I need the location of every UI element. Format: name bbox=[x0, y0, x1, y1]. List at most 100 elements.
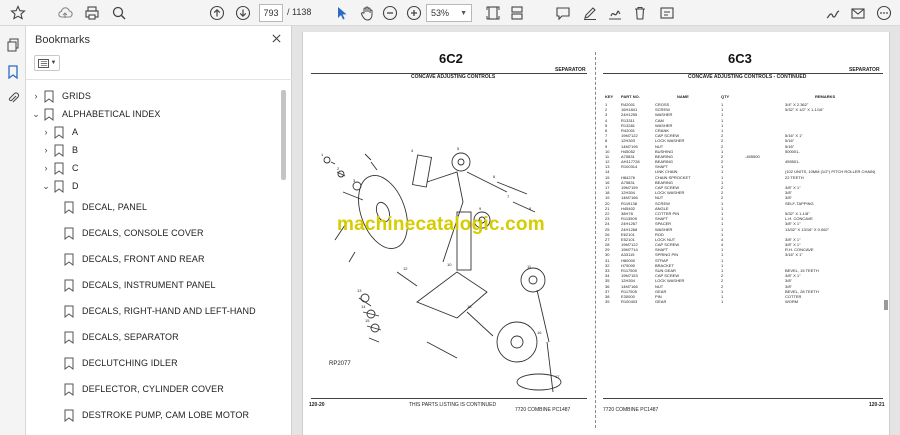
bookmark-item[interactable]: DECALS, INSTRUMENT PANEL bbox=[50, 276, 216, 294]
header-qty: QTY bbox=[721, 94, 730, 99]
table-cell: R100403 bbox=[621, 299, 638, 305]
svg-text:18: 18 bbox=[467, 304, 472, 309]
bookmark-item[interactable]: DEFLECTOR, CYLINDER COVER bbox=[50, 380, 224, 398]
bookmark-item[interactable]: DESTROKE PUMP, CAM LOBE MOTOR bbox=[50, 406, 249, 424]
hand-icon[interactable] bbox=[357, 3, 377, 23]
print-icon[interactable] bbox=[82, 3, 102, 23]
delete-icon[interactable] bbox=[630, 3, 650, 23]
page-fit-icon[interactable] bbox=[483, 3, 503, 23]
page-number-input[interactable]: 793 bbox=[259, 4, 283, 22]
chevron-down-icon[interactable]: ⌄ bbox=[30, 109, 42, 120]
pen-icon[interactable] bbox=[580, 3, 600, 23]
parts-diagram: 123 4 56 789 10 1112 131415 161718 bbox=[321, 146, 562, 393]
svg-text:14: 14 bbox=[361, 304, 366, 309]
sign-icon[interactable] bbox=[823, 3, 843, 23]
attachment-icon[interactable] bbox=[4, 89, 22, 107]
chevron-down-icon[interactable]: ⌄ bbox=[40, 181, 52, 192]
svg-text:13: 13 bbox=[357, 288, 362, 293]
zoom-select[interactable]: 53% ▼ bbox=[426, 4, 472, 22]
star-icon[interactable] bbox=[8, 3, 28, 23]
bookmark-item[interactable]: › GRIDS bbox=[30, 87, 91, 105]
bookmark-label: D bbox=[72, 181, 79, 191]
bookmark-label: DECALS, CONSOLE COVER bbox=[82, 228, 204, 238]
bookmark-item[interactable]: DECALS, RIGHT-HAND AND LEFT-HAND bbox=[50, 302, 256, 320]
right-page-title: 6C3 bbox=[728, 51, 752, 66]
page-down-icon[interactable] bbox=[233, 3, 253, 23]
header-part-no: PART NO. bbox=[621, 94, 640, 99]
table-cell: 1 bbox=[721, 299, 724, 305]
pages-icon[interactable] bbox=[4, 36, 22, 54]
viewer-scrollbar-thumb[interactable] bbox=[884, 300, 888, 310]
bookmark-item[interactable]: DECLUTCHING IDLER bbox=[50, 354, 178, 372]
email-icon[interactable] bbox=[848, 3, 868, 23]
bookmark-label: DESTROKE PUMP, CAM LOBE MOTOR bbox=[82, 410, 250, 420]
bookmarks-title: Bookmarks bbox=[35, 34, 91, 46]
parts-table-header: KEY PART NO. NAME QTY REMARKS bbox=[605, 94, 879, 102]
bookmark-icon bbox=[52, 179, 66, 193]
svg-text:16: 16 bbox=[537, 330, 542, 335]
svg-text:4: 4 bbox=[411, 148, 414, 153]
chevron-right-icon[interactable]: › bbox=[40, 145, 52, 155]
bookmark-item[interactable]: ⌄ ALPHABETICAL INDEX bbox=[30, 105, 161, 123]
cloud-upload-icon[interactable] bbox=[55, 3, 75, 23]
bookmark-icon bbox=[52, 143, 66, 157]
bookmark-label: DECALS, INSTRUMENT PANEL bbox=[82, 280, 216, 290]
chevron-right-icon[interactable]: › bbox=[30, 91, 42, 101]
bookmark-icon bbox=[62, 408, 76, 422]
bookmark-item[interactable]: › A bbox=[40, 123, 78, 141]
table-row: 39 R100403 GEAR 1 WORM bbox=[605, 299, 879, 304]
bookmark-label: DECALS, RIGHT-HAND AND LEFT-HAND bbox=[82, 306, 256, 316]
bookmark-item[interactable]: DECALS, SEPARATOR bbox=[50, 328, 179, 346]
more-tools-icon[interactable] bbox=[657, 3, 677, 23]
cursor-icon[interactable] bbox=[331, 3, 351, 23]
bookmark-item[interactable]: DECAL, PANEL bbox=[50, 198, 147, 216]
right-subtitle: CONCAVE ADJUSTING CONTROLS - CONTINUED bbox=[688, 74, 807, 80]
svg-text:1: 1 bbox=[321, 152, 324, 157]
comment-icon[interactable] bbox=[553, 3, 573, 23]
search-icon[interactable] bbox=[109, 3, 129, 23]
bookmark-item[interactable]: DECALS, CONSOLE COVER bbox=[50, 224, 204, 242]
footer-right-page-number: 120-21 bbox=[869, 402, 885, 408]
bookmark-item[interactable]: DECALS, FRONT AND REAR bbox=[50, 250, 205, 268]
bookmark-item[interactable]: › C bbox=[40, 159, 79, 177]
chevron-down-icon: ▼ bbox=[460, 9, 467, 17]
bookmarks-scrollbar[interactable] bbox=[281, 90, 286, 180]
header-remarks: REMARKS bbox=[815, 94, 836, 99]
document-viewer[interactable]: 6C2 6C3 SEPARATOR SEPARATOR CONCAVE ADJU… bbox=[292, 26, 900, 435]
more-icon[interactable] bbox=[874, 3, 894, 23]
footer-left-page-number: 120-20 bbox=[309, 402, 325, 408]
svg-text:10: 10 bbox=[447, 262, 452, 267]
chevron-right-icon[interactable]: › bbox=[40, 127, 52, 137]
left-page-title: 6C2 bbox=[439, 51, 463, 66]
page-separator bbox=[595, 52, 596, 428]
bookmark-item[interactable]: ⌄ D bbox=[40, 177, 79, 195]
table-cell: WORM bbox=[785, 299, 799, 305]
bookmark-icon bbox=[52, 125, 66, 139]
bookmark-label: B bbox=[72, 145, 79, 155]
chevron-down-icon: ▼ bbox=[50, 60, 57, 66]
left-subtitle: CONCAVE ADJUSTING CONTROLS bbox=[411, 74, 496, 80]
zoom-in-icon[interactable] bbox=[404, 3, 424, 23]
bookmark-icon bbox=[42, 89, 56, 103]
footer-rule-left bbox=[311, 398, 587, 399]
svg-text:15: 15 bbox=[365, 318, 370, 323]
page-up-icon[interactable] bbox=[207, 3, 227, 23]
footer-rule-right bbox=[603, 398, 883, 399]
scroll-mode-icon[interactable] bbox=[507, 3, 527, 23]
bookmark-label: DECLUTCHING IDLER bbox=[82, 358, 178, 368]
bookmark-label: DECALS, SEPARATOR bbox=[82, 332, 179, 342]
bookmark-label: A bbox=[72, 127, 79, 137]
zoom-out-icon[interactable] bbox=[380, 3, 400, 23]
parts-table-body: 1 R42001 CROSS 1 3/4" X 2.362" 2 16H1841 SCREW 1… bbox=[605, 102, 879, 304]
bookmark-icon[interactable] bbox=[4, 63, 22, 81]
close-icon[interactable] bbox=[268, 30, 284, 46]
bookmark-options-button[interactable]: ▼ bbox=[34, 55, 60, 71]
svg-text:5: 5 bbox=[457, 146, 460, 151]
bookmark-label: C bbox=[72, 163, 79, 173]
bookmark-item[interactable]: › B bbox=[40, 141, 78, 159]
table-cell: GEAR bbox=[655, 299, 667, 305]
navigation-rail bbox=[0, 26, 26, 435]
annotate-icon[interactable] bbox=[605, 3, 625, 23]
svg-text:17: 17 bbox=[555, 374, 560, 379]
chevron-right-icon[interactable]: › bbox=[40, 163, 52, 173]
